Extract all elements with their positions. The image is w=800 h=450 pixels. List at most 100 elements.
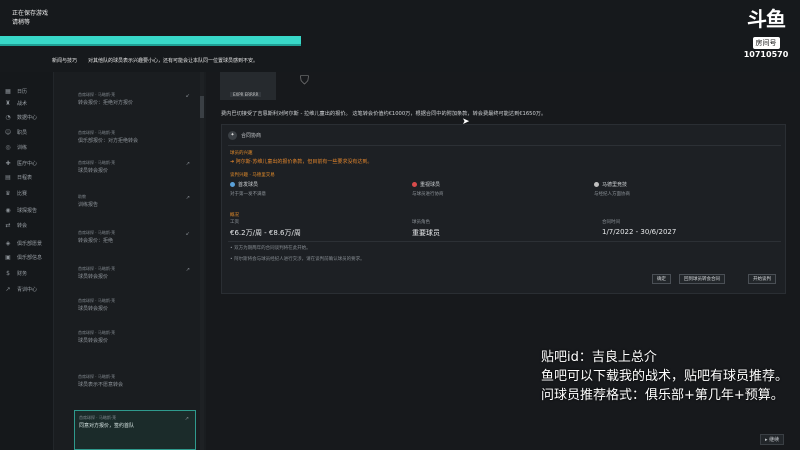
message-item[interactable]: 首席球探 · 马略斯·莱球员表示不愿意转会: [74, 370, 196, 410]
scouting-icon: ◉: [5, 206, 11, 214]
confirm-button[interactable]: 确定: [652, 274, 671, 284]
panel-header: ✦ 合同协商: [228, 131, 261, 140]
message-subject: 训练报告: [78, 202, 99, 208]
tip-label: 新闻与技巧: [52, 58, 78, 64]
negotiation-label: 谈判兴趣 · 马德里交易: [230, 173, 275, 178]
requirement-sub: 与经纪人方面协商: [594, 192, 630, 197]
handshake-icon: ✦: [228, 131, 237, 140]
message-item[interactable]: 助教 训练报告 ↗: [74, 190, 196, 230]
tip-bar: 新闻与技巧 对其他队的球员表示兴趣要小心，还有可能会让本队同一位置球员感到不安。: [0, 54, 800, 68]
nav-item-label: 职员: [17, 129, 28, 136]
stream-logo: 斗鱼 房间号 10710570: [738, 7, 794, 59]
nav-item[interactable]: ☺ 职员: [4, 127, 27, 137]
transfer-intro-text: 费内巴切接受了吉恩斯利对阿尔斯 - 拉维儿童出的报价。 这笔转会价值约€1000…: [221, 111, 547, 117]
role-label: 球员角色: [412, 220, 430, 225]
message-subject: 球员表示不愿意转会: [78, 382, 124, 388]
player-card[interactable]: EXPR ERRRR: [220, 72, 276, 100]
message-item[interactable]: 首席球探 · 马略斯·莱 球员转会报价: [74, 326, 196, 366]
message-subject: 俱乐部报价：对方拒绝转会: [78, 138, 139, 144]
message-arrow-icon: ↗: [185, 161, 190, 167]
message-subject: 球员转会报价: [78, 274, 109, 280]
message-item[interactable]: 首席球探 · 马略斯·莱 转会报价：拒绝 ↙: [74, 226, 196, 266]
message-sender: 首席球探 · 马略斯·莱: [78, 266, 116, 271]
message-item[interactable]: 首席球探 · 马略斯·莱 转会报价：拒绝对方报价 ↙: [74, 88, 196, 128]
nav-item-label: 日历: [17, 88, 28, 95]
nav-item[interactable]: ◉ 球探报告: [4, 205, 37, 215]
message-arrow-icon: ↙: [185, 93, 190, 99]
message-sender: 首席球探 · 马略斯·莱: [78, 230, 116, 235]
nav-item[interactable]: ◈ 俱乐部愿景: [4, 238, 42, 248]
message-sender: 助教: [78, 194, 86, 199]
requirement-title: 重视球员: [420, 182, 441, 188]
saving-line-2: 请稍等: [12, 19, 31, 26]
nav-item[interactable]: ▣ 俱乐部信息: [4, 252, 42, 262]
club-info-icon: ▣: [5, 253, 11, 261]
contract-length-label: 合同时间: [602, 220, 620, 225]
message-sender: 首席球探 · 马略斯·莱: [79, 415, 117, 420]
interest-label: 球员的兴趣: [230, 151, 253, 156]
continue-button[interactable]: ▸ 继续: [760, 434, 785, 445]
nav-item-label: 俱乐部信息: [17, 254, 43, 261]
schedule-icon: ▤: [5, 173, 11, 181]
tip-text: 对其他队的球员表示兴趣要小心，还有可能会让本队同一位置球员感到不安。: [88, 58, 259, 64]
nav-item[interactable]: ♜ 战术: [4, 98, 27, 108]
nav-item[interactable]: $ 财务: [4, 268, 27, 278]
nav-item[interactable]: ♛ 比赛: [4, 188, 27, 198]
panel-note: • 阿尔斯将会与球员经纪人进行交涉，请在谈判前确认球员的要求。: [230, 257, 365, 262]
nav-item-label: 医疗中心: [17, 160, 38, 167]
requirement-col-3: 马德里竞技 与经纪人方面协商: [594, 181, 630, 197]
divider: [228, 145, 781, 146]
message-subject: 同意对方报价，签约首队: [79, 423, 135, 429]
message-sender: 首席球探 · 马略斯·莱: [78, 160, 116, 165]
club-vision-icon: ◈: [5, 239, 11, 247]
message-subject: 转会报价：拒绝对方报价: [78, 100, 134, 106]
medical-icon: ✚: [5, 159, 11, 167]
message-scrollbar-thumb[interactable]: [200, 96, 204, 118]
interest-warning: ➜ 阿尔斯·苏维儿童出的报价条款，但目前有一些要求没有达到。: [230, 158, 372, 165]
message-sender: 首席球探 · 马略斯·莱: [78, 374, 116, 379]
status-dot: [412, 182, 417, 187]
requirement-sub: 对于第一发不满意: [230, 192, 266, 197]
saving-status: 正在保存游戏 请稍等: [12, 9, 48, 27]
staff-icon: ☺: [4, 128, 12, 136]
nav-item-label: 转会: [17, 222, 28, 229]
nav-item[interactable]: ▤ 日程表: [4, 172, 32, 182]
back-to-contract-button[interactable]: 回到球员转会合同: [679, 274, 725, 284]
douyu-logo-mark: 斗鱼: [747, 7, 786, 31]
training-icon: ◎: [5, 143, 11, 151]
requirement-col-2: 重视球员 与球员进行协商: [412, 181, 444, 197]
overlay-line-1: 贴吧id：吉良上总介: [541, 350, 657, 365]
message-sender: 首席球探 · 马略斯·莱: [78, 330, 116, 335]
message-item[interactable]: 首席球探 · 马略斯·莱 同意对方报价，签约首队 ↗: [74, 410, 196, 450]
start-negotiation-button[interactable]: 开始谈判: [748, 274, 776, 284]
role-value: 重要球员: [412, 229, 440, 237]
nav-item-label: 球探报告: [17, 207, 38, 214]
nav-item-label: 数据中心: [17, 114, 38, 121]
nav-item[interactable]: ◔ 数据中心: [4, 112, 37, 122]
message-scrollbar[interactable]: [200, 72, 204, 450]
nav-item[interactable]: ↗ 青训中心: [4, 284, 37, 294]
message-subject: 球员转会报价: [78, 338, 109, 344]
stream-overlay: 贴吧id：吉良上总介 鱼吧可以下载我的战术，贴吧有球员推荐。 问球员推荐格式：俱…: [541, 348, 788, 405]
wage-label: 工资: [230, 220, 239, 225]
player-tag: EXPR ERRRR: [230, 92, 262, 97]
nav-item-label: 战术: [17, 100, 28, 107]
trophy-icon: ♛: [5, 189, 11, 197]
requirement-col-1: 首发球员 对于第一发不满意: [230, 181, 266, 197]
nav-item[interactable]: ▦ 日历: [4, 86, 27, 96]
nav-item-label: 比赛: [17, 190, 28, 197]
room-number: 10710570: [743, 50, 789, 59]
nav-item[interactable]: ✚ 医疗中心: [4, 158, 37, 168]
room-badge: 房间号: [752, 37, 780, 49]
warning-text: 阿尔斯·苏维儿童出的报价条款，但目前有一些要求没有达到。: [235, 159, 373, 165]
wage-value: €6.2万/周 - €8.6万/周: [230, 229, 301, 237]
nav-item-label: 训练: [17, 144, 28, 151]
nav-item-label: 俱乐部愿景: [17, 240, 43, 247]
save-progress-fill: [0, 36, 301, 44]
calendar-icon: ▦: [5, 87, 11, 95]
nav-item[interactable]: ◎ 训练: [4, 142, 27, 152]
overview-label: 概况: [230, 213, 239, 218]
youth-icon: ↗: [5, 285, 11, 293]
status-dot: [594, 182, 599, 187]
nav-item[interactable]: ⇄ 转会: [4, 220, 27, 230]
